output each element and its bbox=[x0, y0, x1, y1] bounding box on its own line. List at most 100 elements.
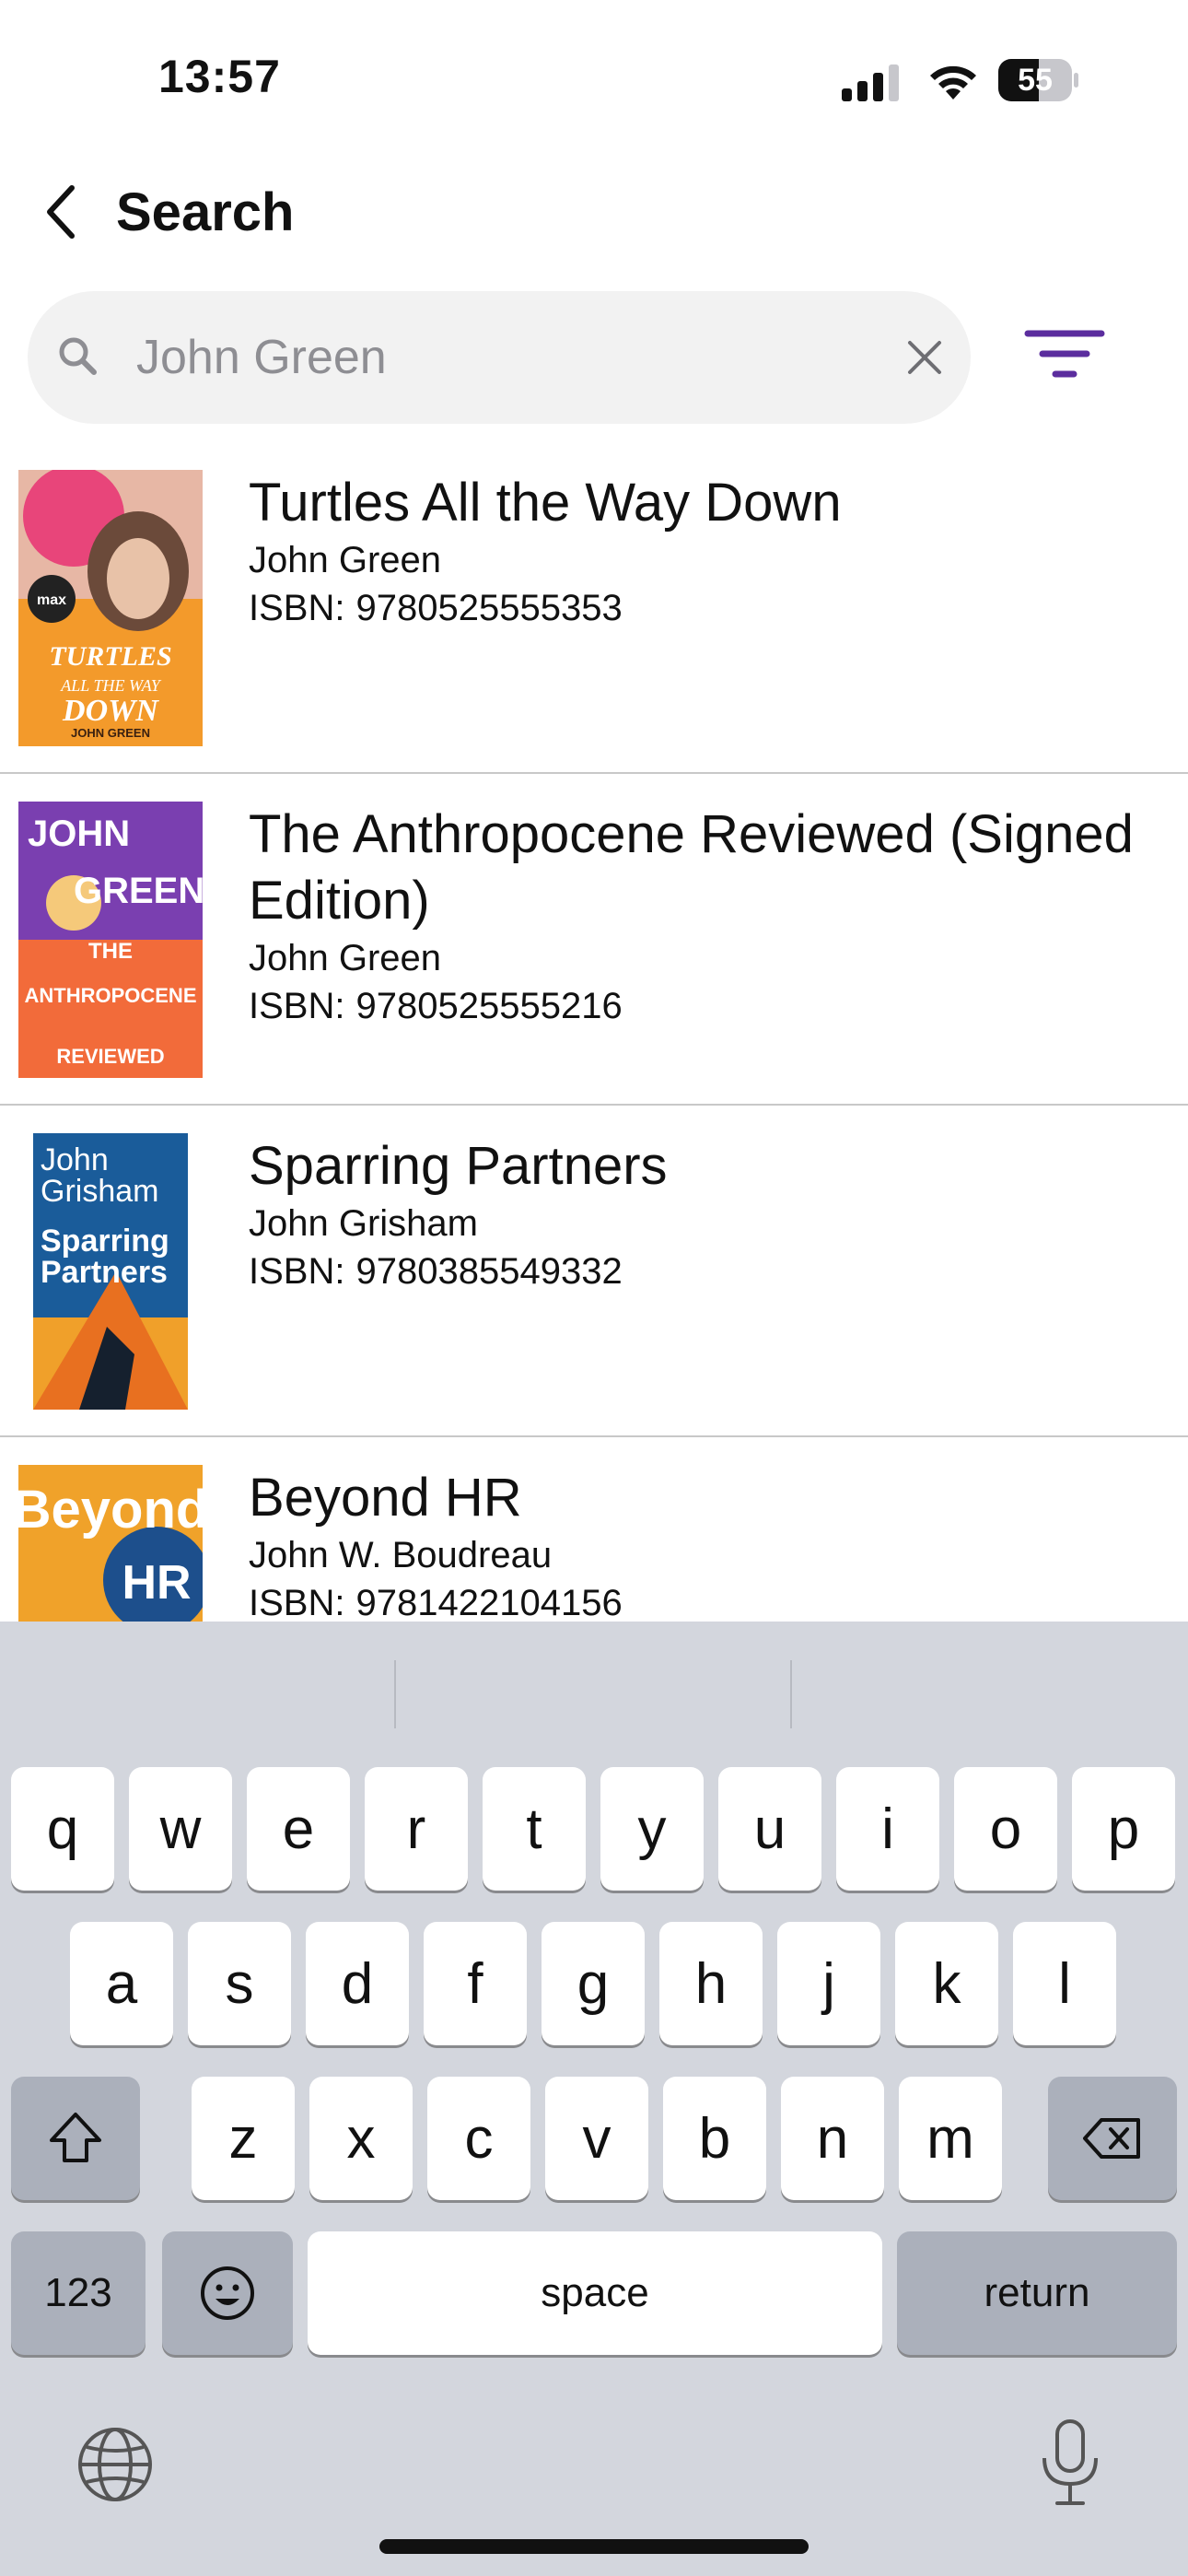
back-button[interactable]: Search bbox=[41, 177, 294, 247]
book-info: Turtles All the Way Down John Green ISBN… bbox=[249, 470, 1160, 632]
svg-text:HR: HR bbox=[122, 1556, 191, 1610]
list-item[interactable]: JOHN GREEN THE ANTHROPOCENE REVIEWED The… bbox=[0, 774, 1188, 1106]
svg-text:GREEN: GREEN bbox=[74, 871, 203, 911]
microphone-icon[interactable] bbox=[1033, 2418, 1107, 2510]
book-info: The Anthropocene Reviewed (Signed Editio… bbox=[249, 802, 1160, 1030]
book-isbn: ISBN: 9780385549332 bbox=[249, 1247, 1160, 1295]
isbn-label: ISBN: bbox=[249, 1583, 345, 1622]
key-i[interactable]: i bbox=[836, 1767, 939, 1891]
svg-text:Sparring: Sparring bbox=[41, 1224, 169, 1259]
list-item[interactable]: Beyond HR Beyond HR John W. Boudreau ISB… bbox=[0, 1437, 1188, 1622]
svg-text:Grisham: Grisham bbox=[41, 1174, 158, 1209]
numbers-key[interactable]: 123 bbox=[11, 2231, 146, 2355]
key-j[interactable]: j bbox=[777, 1922, 880, 2045]
key-g[interactable]: g bbox=[542, 1922, 645, 2045]
home-indicator bbox=[379, 2539, 809, 2554]
isbn-value: 9781422104156 bbox=[355, 1583, 623, 1622]
key-h[interactable]: h bbox=[659, 1922, 763, 2045]
key-x[interactable]: x bbox=[309, 2077, 413, 2200]
search-input[interactable] bbox=[136, 291, 873, 424]
book-title: The Anthropocene Reviewed (Signed Editio… bbox=[249, 804, 1134, 931]
suggestion-bar bbox=[0, 1622, 1188, 1760]
key-q[interactable]: q bbox=[11, 1767, 114, 1891]
book-cover: John Grisham Sparring Partners bbox=[33, 1133, 188, 1410]
emoji-key[interactable] bbox=[162, 2231, 293, 2355]
key-y[interactable]: y bbox=[600, 1767, 704, 1891]
delete-icon bbox=[1083, 2118, 1140, 2159]
svg-text:THE: THE bbox=[88, 939, 133, 964]
book-author: John Green bbox=[249, 938, 442, 978]
key-k[interactable]: k bbox=[895, 1922, 998, 2045]
page-title: Search bbox=[116, 181, 295, 242]
isbn-label: ISBN: bbox=[249, 588, 345, 628]
list-item[interactable]: max TURTLES ALL THE WAY DOWN JOHN GREEN … bbox=[0, 442, 1188, 774]
svg-text:max: max bbox=[37, 592, 66, 608]
svg-text:REVIEWED: REVIEWED bbox=[56, 1045, 164, 1068]
key-m[interactable]: m bbox=[899, 2077, 1002, 2200]
keyboard: qwertyuiop asdfghjkl zxcvbnm 123 space r… bbox=[0, 1622, 1188, 2576]
book-cover: Beyond HR bbox=[18, 1465, 203, 1622]
book-author: John Green bbox=[249, 540, 442, 580]
book-title: Turtles All the Way Down bbox=[249, 473, 842, 533]
key-r[interactable]: r bbox=[365, 1767, 468, 1891]
svg-text:ANTHROPOCENE: ANTHROPOCENE bbox=[24, 984, 196, 1007]
return-key[interactable]: return bbox=[897, 2231, 1177, 2355]
isbn-label: ISBN: bbox=[249, 986, 345, 1026]
key-v[interactable]: v bbox=[545, 2077, 648, 2200]
suggestion-divider bbox=[394, 1660, 396, 1728]
battery-icon: 55 bbox=[998, 59, 1078, 101]
key-z[interactable]: z bbox=[192, 2077, 295, 2200]
book-cover: max TURTLES ALL THE WAY DOWN JOHN GREEN bbox=[18, 470, 203, 746]
key-d[interactable]: d bbox=[306, 1922, 409, 2045]
svg-text:JOHN: JOHN bbox=[28, 814, 130, 854]
book-isbn: ISBN: 9780525555216 bbox=[249, 982, 1160, 1030]
search-field[interactable] bbox=[28, 291, 971, 424]
key-w[interactable]: w bbox=[129, 1767, 232, 1891]
key-e[interactable]: e bbox=[247, 1767, 350, 1891]
isbn-value: 9780385549332 bbox=[355, 1251, 623, 1292]
key-l[interactable]: l bbox=[1013, 1922, 1116, 2045]
key-a[interactable]: a bbox=[70, 1922, 173, 2045]
svg-text:John: John bbox=[41, 1142, 109, 1177]
search-icon bbox=[59, 337, 97, 375]
key-p[interactable]: p bbox=[1072, 1767, 1175, 1891]
globe-icon[interactable] bbox=[74, 2423, 157, 2506]
results-list: max TURTLES ALL THE WAY DOWN JOHN GREEN … bbox=[0, 442, 1188, 1622]
cellular-signal-icon bbox=[842, 64, 899, 101]
battery-level: 55 bbox=[1018, 63, 1053, 98]
book-isbn: ISBN: 9781422104156 bbox=[249, 1579, 1160, 1622]
shift-icon bbox=[50, 2113, 101, 2162]
svg-text:ALL THE WAY: ALL THE WAY bbox=[60, 676, 161, 695]
book-info: Beyond HR John W. Boudreau ISBN: 9781422… bbox=[249, 1465, 1160, 1622]
suggestion-divider bbox=[790, 1660, 792, 1728]
close-icon[interactable] bbox=[899, 332, 950, 383]
isbn-value: 9780525555353 bbox=[355, 588, 623, 628]
key-b[interactable]: b bbox=[663, 2077, 766, 2200]
wifi-icon bbox=[930, 65, 976, 100]
book-title: Sparring Partners bbox=[249, 1136, 668, 1196]
key-c[interactable]: c bbox=[427, 2077, 530, 2200]
svg-text:Partners: Partners bbox=[41, 1255, 168, 1290]
list-item[interactable]: John Grisham Sparring Partners Sparring … bbox=[0, 1106, 1188, 1437]
chevron-left-icon bbox=[47, 185, 75, 239]
isbn-label: ISBN: bbox=[249, 1251, 345, 1292]
key-u[interactable]: u bbox=[718, 1767, 821, 1891]
svg-text:DOWN: DOWN bbox=[62, 694, 159, 728]
svg-text:Beyond: Beyond bbox=[18, 1480, 203, 1540]
key-s[interactable]: s bbox=[188, 1922, 291, 2045]
delete-key[interactable] bbox=[1048, 2077, 1177, 2200]
key-t[interactable]: t bbox=[483, 1767, 586, 1891]
space-key[interactable]: space bbox=[308, 2231, 882, 2355]
key-f[interactable]: f bbox=[424, 1922, 527, 2045]
nav-bar: Search bbox=[0, 157, 1188, 267]
status-bar: 13:57 55 bbox=[0, 0, 1188, 138]
book-author: John Grisham bbox=[249, 1203, 478, 1244]
filter-icon[interactable] bbox=[1019, 315, 1111, 398]
key-n[interactable]: n bbox=[781, 2077, 884, 2200]
svg-text:TURTLES: TURTLES bbox=[49, 641, 171, 672]
book-info: Sparring Partners John Grisham ISBN: 978… bbox=[249, 1133, 1160, 1295]
book-author: John W. Boudreau bbox=[249, 1535, 553, 1575]
key-o[interactable]: o bbox=[954, 1767, 1057, 1891]
emoji-icon bbox=[201, 2266, 254, 2320]
shift-key[interactable] bbox=[11, 2077, 140, 2200]
